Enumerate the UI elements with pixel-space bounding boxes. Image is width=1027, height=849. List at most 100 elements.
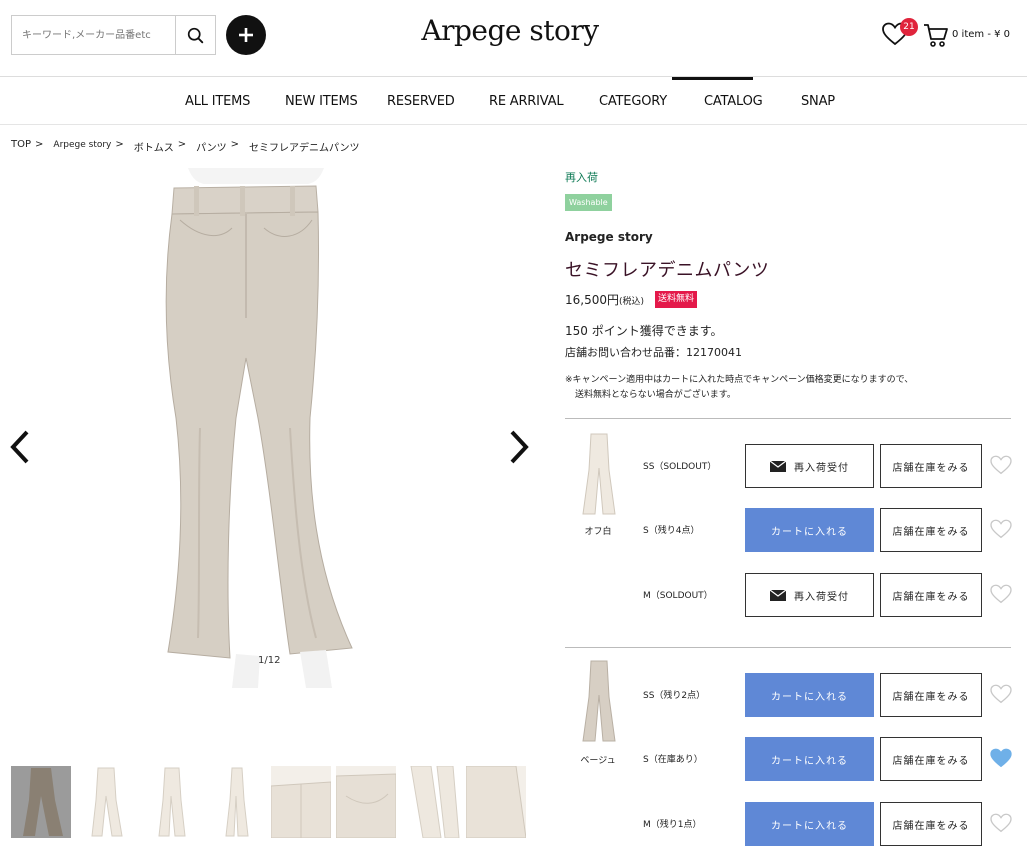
site-header: Arpege story 21 0 item - ¥ 0: [0, 0, 1027, 76]
size-row: S（残り4点） カートに入れる 店舗在庫をみる: [565, 507, 1012, 553]
free-shipping-badge: 送料無料: [655, 291, 698, 308]
plus-icon: [239, 28, 253, 42]
nav-item-re-arrival[interactable]: RE ARRIVAL: [489, 94, 564, 109]
breadcrumb-separator: >: [177, 139, 187, 150]
heart-filled-icon: [990, 748, 1012, 768]
price-value: 16,500円: [565, 293, 619, 307]
size-row: M（残り1点） カートに入れる 店舗在庫をみる: [565, 801, 1012, 847]
size-label: SS（残り2点）: [643, 691, 706, 701]
search-button[interactable]: [175, 16, 215, 54]
breadcrumb-separator: >: [115, 139, 124, 150]
points-text: 150 ポイント獲得できます。: [565, 324, 723, 338]
restock-button-label: 再入荷受付: [794, 462, 849, 474]
heart-outline-icon: [990, 813, 1012, 833]
size-label: S（残り4点）: [643, 526, 700, 536]
store-code-text: 店舗お問い合わせ品番：12170041: [565, 346, 742, 359]
price: 16,500円(税込): [565, 291, 644, 308]
nav-item-reserved[interactable]: RESERVED: [387, 94, 455, 109]
next-image-arrow[interactable]: [508, 430, 530, 464]
notice-line: 送料無料とならない場合がございます。: [575, 390, 736, 400]
breadcrumb-brand[interactable]: Arpege story: [53, 139, 111, 154]
thumbnail-item[interactable]: [76, 766, 136, 838]
cart-icon: [924, 24, 948, 47]
heart-outline-icon: [990, 455, 1012, 475]
add-to-cart-button[interactable]: カートに入れる: [745, 802, 874, 846]
favorite-toggle[interactable]: [990, 813, 1012, 833]
breadcrumb-pants[interactable]: パンツ: [196, 139, 227, 154]
site-logo[interactable]: Arpege story: [410, 14, 610, 47]
breadcrumb: TOP > Arpege story > ボトムス > パンツ > セミフレアデ…: [11, 139, 360, 154]
add-to-cart-button[interactable]: カートに入れる: [745, 673, 874, 717]
size-row: SS（SOLDOUT） 再入荷受付 店舗在庫をみる: [565, 443, 1012, 489]
restock-label: 再入荷: [565, 171, 598, 184]
favorite-toggle[interactable]: [990, 748, 1012, 768]
thumbnail-item[interactable]: [336, 766, 396, 838]
restock-request-button[interactable]: 再入荷受付: [745, 444, 874, 488]
favorites-count-badge: 21: [900, 18, 918, 36]
chevron-right-icon: [510, 430, 529, 464]
search-input[interactable]: [12, 16, 176, 54]
breadcrumb-bottoms[interactable]: ボトムス: [134, 139, 174, 154]
thumbnail-item[interactable]: [271, 766, 331, 838]
notice-line: ※キャンペーン適用中はカートに入れた時点でキャンペーン価格変更になりますので、: [565, 375, 914, 385]
size-label: S（在庫あり）: [643, 755, 703, 765]
store-stock-button[interactable]: 店舗在庫をみる: [880, 737, 982, 781]
mail-icon: [770, 589, 786, 601]
store-stock-button[interactable]: 店舗在庫をみる: [880, 508, 982, 552]
nav-item-new-items[interactable]: NEW ITEMS: [285, 94, 358, 109]
thumbnail-strip: [11, 766, 531, 838]
restock-button-label: 再入荷受付: [794, 591, 849, 603]
thumbnail-item[interactable]: [141, 766, 201, 838]
add-to-cart-button[interactable]: カートに入れる: [745, 508, 874, 552]
breadcrumb-current: セミフレアデニムパンツ: [249, 143, 360, 154]
store-stock-button[interactable]: 店舗在庫をみる: [880, 573, 982, 617]
store-stock-button[interactable]: 店舗在庫をみる: [880, 444, 982, 488]
heart-outline-icon: [990, 584, 1012, 604]
chevron-left-icon: [10, 430, 29, 464]
mail-icon: [770, 460, 786, 472]
favorite-toggle[interactable]: [990, 584, 1012, 604]
add-to-cart-button[interactable]: カートに入れる: [745, 737, 874, 781]
cart-button[interactable]: [923, 22, 949, 48]
thumbnail-item[interactable]: [11, 766, 71, 838]
main-nav: ALL ITEMS NEW ITEMS RESERVED RE ARRIVAL …: [0, 77, 1027, 125]
size-row: SS（残り2点） カートに入れる 店舗在庫をみる: [565, 672, 1012, 718]
thumbnail-item[interactable]: [466, 766, 526, 838]
favorite-toggle[interactable]: [990, 684, 1012, 704]
main-product-image[interactable]: [140, 168, 400, 688]
image-counter: 1/12: [258, 655, 281, 666]
nav-item-catalog[interactable]: CATALOG: [704, 94, 763, 109]
breadcrumb-separator: >: [230, 139, 240, 150]
brand-name[interactable]: Arpege story: [565, 230, 653, 244]
product-title: セミフレアデニムパンツ: [565, 260, 770, 281]
size-label: M（残り1点）: [643, 820, 702, 830]
add-button[interactable]: [226, 15, 266, 55]
thumbnail-item[interactable]: [401, 766, 461, 838]
restock-request-button[interactable]: 再入荷受付: [745, 573, 874, 617]
heart-outline-icon: [990, 519, 1012, 539]
section-divider: [565, 647, 1011, 648]
nav-item-all-items[interactable]: ALL ITEMS: [185, 94, 250, 109]
cart-summary[interactable]: 0 item - ¥ 0: [952, 29, 1010, 40]
breadcrumb-separator: >: [35, 139, 44, 150]
tax-note: (税込): [619, 297, 645, 307]
breadcrumb-top[interactable]: TOP: [11, 139, 31, 154]
store-stock-button[interactable]: 店舗在庫をみる: [880, 673, 982, 717]
favorite-toggle[interactable]: [990, 519, 1012, 539]
size-label: M（SOLDOUT）: [643, 591, 713, 601]
section-divider: [565, 418, 1011, 419]
favorite-toggle[interactable]: [990, 455, 1012, 475]
nav-item-category[interactable]: CATEGORY: [599, 94, 667, 109]
thumbnail-item[interactable]: [206, 766, 266, 838]
heart-outline-icon: [990, 684, 1012, 704]
nav-active-indicator: [672, 77, 753, 80]
size-row: S（在庫あり） カートに入れる 店舗在庫をみる: [565, 736, 1012, 782]
size-row: M（SOLDOUT） 再入荷受付 店舗在庫をみる: [565, 572, 1012, 618]
size-label: SS（SOLDOUT）: [643, 462, 717, 472]
campaign-notice: ※キャンペーン適用中はカートに入れた時点でキャンペーン価格変更になりますので、 …: [565, 373, 1005, 403]
nav-item-snap[interactable]: SNAP: [801, 94, 835, 109]
prev-image-arrow[interactable]: [9, 430, 31, 464]
search-box: [11, 15, 216, 55]
search-icon: [187, 27, 204, 43]
store-stock-button[interactable]: 店舗在庫をみる: [880, 802, 982, 846]
